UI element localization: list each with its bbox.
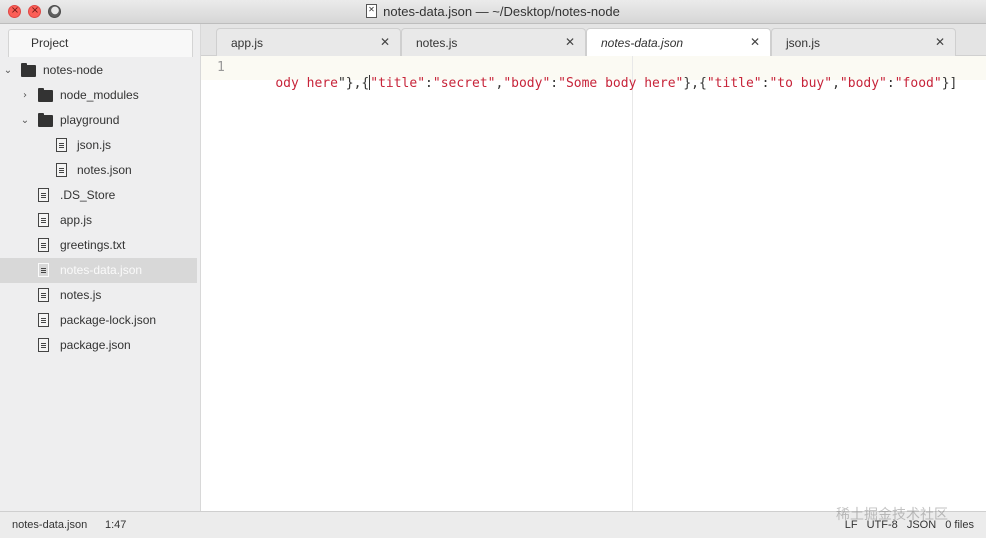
tree-item-label: notes.js <box>60 288 102 302</box>
tree-item-node-modules[interactable]: › node_modules <box>0 83 197 108</box>
tree-item-notes-json[interactable]: notes.json <box>0 158 197 183</box>
code-token: }] <box>941 76 958 91</box>
tab-notes-data-json[interactable]: notes-data.json ✕ <box>586 28 771 57</box>
code-line[interactable]: ody here"},{"title":"secret","body":"Som… <box>244 60 957 106</box>
code-token: : <box>886 76 895 91</box>
tree-item-label: notes-data.json <box>60 263 143 277</box>
code-token: : <box>425 76 433 91</box>
watermark: 稀土掘金技术社区 <box>836 506 948 522</box>
line-number: 1 <box>217 60 225 75</box>
tree-item-label: .DS_Store <box>60 188 116 202</box>
tab-label: notes-data.json <box>601 36 684 50</box>
tree-item-label: notes.json <box>77 163 132 177</box>
title-bar: × × ● notes-data.json — ~/Desktop/notes-… <box>0 0 986 24</box>
tree-item-notes-js[interactable]: notes.js <box>0 283 197 308</box>
code-token: ody here <box>275 76 338 91</box>
file-icon <box>38 188 49 202</box>
chevron-down-icon: ⌄ <box>3 65 13 76</box>
code-token: , <box>832 76 840 91</box>
tree-root-notes-node[interactable]: ⌄ notes-node <box>0 58 197 83</box>
code-token: : <box>550 76 559 91</box>
file-icon <box>38 288 49 302</box>
window-title: notes-data.json — ~/Desktop/notes-node <box>383 4 620 19</box>
file-icon <box>38 338 49 352</box>
tab-app-js[interactable]: app.js ✕ <box>216 28 401 56</box>
file-icon <box>56 163 67 177</box>
tree-item-json-js[interactable]: json.js <box>0 133 197 158</box>
tree-item-playground[interactable]: ⌄ playground <box>0 108 197 133</box>
status-cursor-position[interactable]: 1:47 <box>105 519 126 531</box>
tree-item-label: playground <box>60 113 120 127</box>
status-files[interactable]: 0 files <box>945 519 974 531</box>
window-title-area: notes-data.json — ~/Desktop/notes-node <box>0 4 986 19</box>
tree-item-notes-data-json[interactable]: notes-data.json <box>0 258 197 283</box>
tree-item-label: app.js <box>60 213 93 227</box>
editor-tab-bar: app.js ✕ notes.js ✕ notes-data.json ✕ js… <box>201 24 986 57</box>
code-token: "Some body here" <box>558 76 684 91</box>
tab-label: json.js <box>786 36 821 50</box>
tree-item-label: notes-node <box>43 63 104 77</box>
code-token: "title" <box>370 76 426 91</box>
code-token: "to buy" <box>769 76 833 91</box>
tab-notes-js[interactable]: notes.js ✕ <box>401 28 586 56</box>
tree-item-label: greetings.txt <box>60 238 126 252</box>
chevron-right-icon: › <box>23 90 27 101</box>
file-icon <box>56 138 67 152</box>
close-icon[interactable]: ✕ <box>380 35 390 49</box>
tree-item-app-js[interactable]: app.js <box>0 208 197 233</box>
close-icon[interactable]: ✕ <box>750 35 760 49</box>
code-token: "food" <box>894 76 942 91</box>
code-token: },{ <box>683 76 707 91</box>
document-icon <box>366 4 378 18</box>
close-icon[interactable]: ✕ <box>935 35 945 49</box>
code-token: "body" <box>503 76 551 91</box>
file-icon <box>38 313 49 327</box>
tree-item-label: node_modules <box>60 88 139 102</box>
folder-icon <box>38 113 53 127</box>
status-file-path[interactable]: notes-data.json <box>12 519 87 531</box>
tree-item-greetings-txt[interactable]: greetings.txt <box>0 233 197 258</box>
tree-item-package-lock-json[interactable]: package-lock.json <box>0 308 197 333</box>
code-token: "body" <box>839 76 887 91</box>
sidebar-tab-project[interactable]: Project <box>8 29 193 57</box>
file-icon <box>38 263 49 277</box>
tab-label: app.js <box>231 36 264 50</box>
tree-item-label: package-lock.json <box>60 313 157 327</box>
project-sidebar: Project ⌄ notes-node › node_modules ⌄ pl… <box>0 24 201 511</box>
code-token: "},{ <box>337 76 370 91</box>
tree-item-ds-store[interactable]: .DS_Store <box>0 183 197 208</box>
code-token: "secret" <box>432 76 496 91</box>
tab-json-js[interactable]: json.js ✕ <box>771 28 956 56</box>
close-icon[interactable]: ✕ <box>565 35 575 49</box>
tree-item-label: json.js <box>77 138 112 152</box>
tree-item-package-json[interactable]: package.json <box>0 333 197 358</box>
tab-label: notes.js <box>416 36 458 50</box>
wrap-guide <box>632 56 633 511</box>
tree-item-label: package.json <box>60 338 131 352</box>
file-icon <box>38 213 49 227</box>
chevron-down-icon: ⌄ <box>20 115 30 126</box>
code-editor[interactable]: 1 ody here"},{"title":"secret","body":"S… <box>201 56 986 511</box>
folder-icon <box>21 63 36 77</box>
folder-icon <box>38 88 53 102</box>
code-token: "title" <box>706 76 762 91</box>
file-icon <box>38 238 49 252</box>
